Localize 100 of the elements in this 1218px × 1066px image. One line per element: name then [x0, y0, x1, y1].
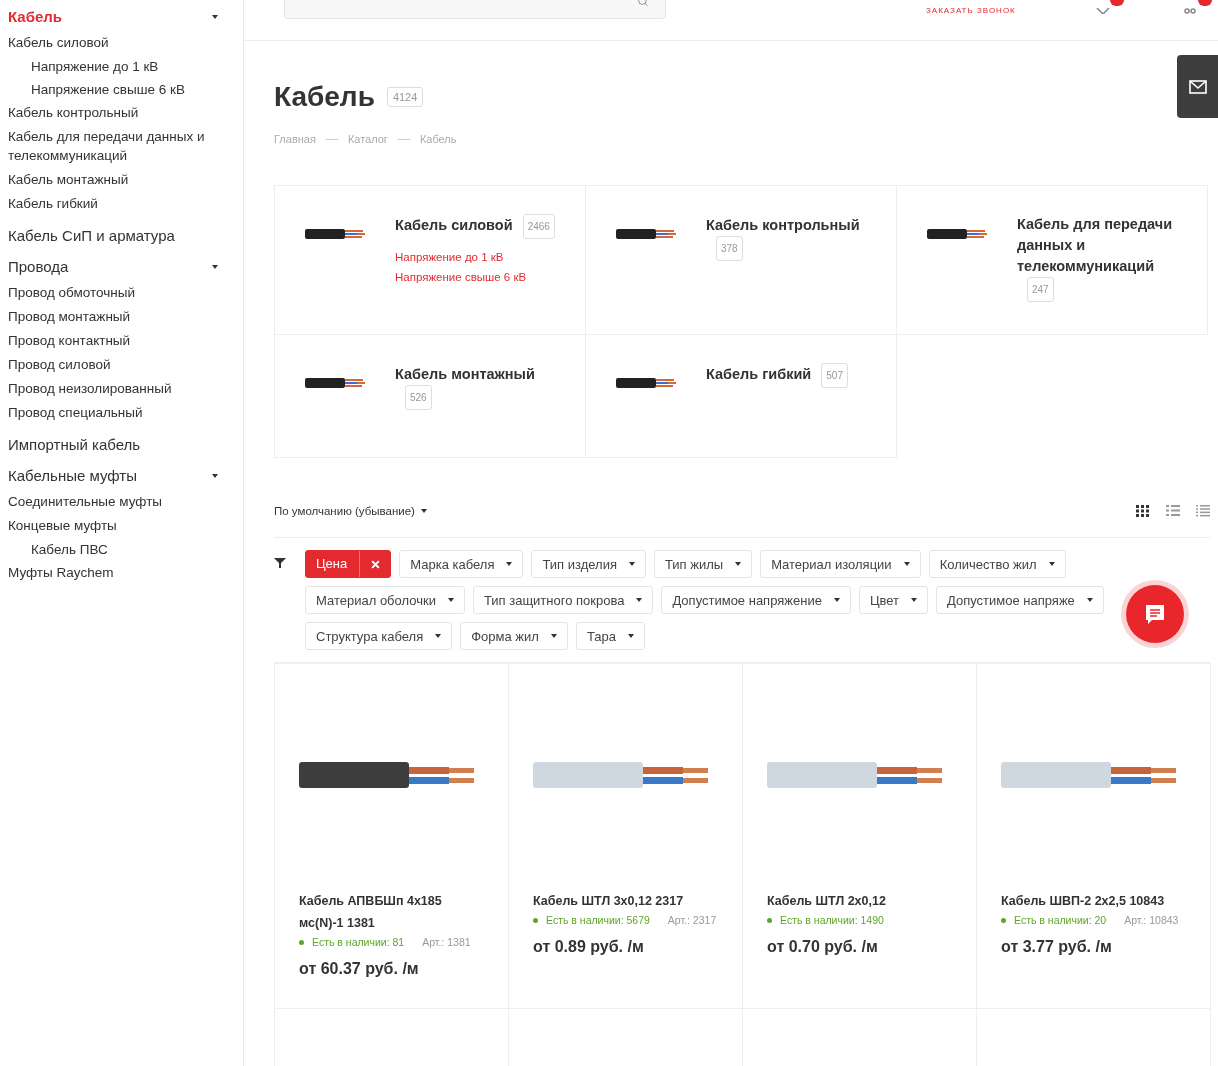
sidebar-category[interactable]: Кабель СиП и арматура [8, 227, 175, 244]
filter-dropdown[interactable]: Тип жилы [653, 550, 753, 578]
filter-dropdown[interactable]: Форма жил [460, 622, 568, 650]
product-price: от 0.89 руб. /м [533, 938, 645, 956]
sidebar-item[interactable]: Муфты Raychem [8, 563, 233, 582]
sidebar-item[interactable]: Кабель силовой [8, 33, 233, 52]
caret-icon[interactable] [1048, 562, 1055, 566]
caret-icon[interactable] [628, 562, 635, 566]
grid-view-icon[interactable] [1136, 505, 1150, 517]
filter-dropdown[interactable]: Тип изделия [531, 550, 646, 578]
sidebar-item[interactable]: Провод контактный [8, 331, 233, 350]
caret-icon[interactable] [420, 509, 427, 513]
product-price: от 3.77 руб. /м [1001, 938, 1113, 956]
stock-status: Есть в наличии: 5679 [533, 914, 650, 926]
sidebar-item[interactable]: Кабель контрольный [8, 103, 233, 122]
sidebar-item[interactable]: Провод специальный [8, 403, 233, 422]
filter-icon [274, 558, 286, 568]
item-count: 247 [1027, 277, 1054, 302]
filter-dropdown[interactable]: Количество жил [928, 550, 1066, 578]
subcategory-link[interactable]: Напряжение свыше 6 кВ [395, 271, 565, 283]
sidebar-item[interactable]: Концевые муфты [8, 516, 233, 535]
article-number: Арт.: 2317 [667, 914, 717, 926]
sidebar-category[interactable]: Провода [8, 258, 69, 275]
table-view-icon[interactable] [1196, 505, 1210, 517]
caret-icon[interactable] [435, 634, 442, 638]
subcategory-title[interactable]: Кабель для передачи данных и телекоммуникаций [1017, 214, 1187, 277]
article-number: Арт.: 1381 [422, 936, 471, 948]
filter-dropdown[interactable]: Марка кабеля [399, 550, 524, 578]
caret-icon[interactable] [212, 473, 218, 478]
mail-icon[interactable] [1188, 79, 1207, 94]
sidebar-item[interactable]: Кабель гибкий [8, 194, 233, 213]
sidebar-item[interactable]: Соединительные муфты [8, 492, 233, 511]
close-icon[interactable] [371, 559, 381, 569]
sidebar-item[interactable]: Провод монтажный [8, 307, 233, 326]
caret-icon[interactable] [735, 562, 742, 566]
callback-link[interactable]: ЗАКАЗАТЬ ЗВОНОК [926, 6, 1016, 15]
product-card[interactable]: Кабель ШВП-2 2x2,5 10843 Есть в наличии: 20 Арт.: 10843 от 3.77 руб. /м [976, 663, 1211, 1009]
sidebar-item[interactable]: Провод неизолированный [8, 379, 233, 398]
filter-dropdown[interactable]: Материал изоляции [760, 550, 921, 578]
filter-dropdown[interactable]: Материал оболочки [305, 586, 465, 614]
item-count: 378 [716, 236, 743, 261]
sidebar-subitem[interactable]: Кабель ПВС [8, 540, 256, 559]
caret-icon[interactable] [447, 598, 454, 602]
subcategory-title[interactable]: Кабель монтажный [395, 364, 535, 385]
product-title[interactable]: Кабель ШВП-2 2x2,5 10843 [1001, 890, 1186, 912]
list-view-icon[interactable] [1166, 505, 1180, 517]
subcategory-title[interactable]: Кабель силовой [395, 215, 513, 236]
stock-status: Есть в наличии: 1490 [767, 914, 884, 926]
item-count: 507 [821, 363, 848, 388]
product-title[interactable]: Кабель АПВБШп 4x185 мс(N)-1 1381 [299, 890, 484, 934]
sidebar-subitem[interactable]: Напряжение до 1 кВ [8, 57, 256, 76]
item-count: 4124 [386, 87, 424, 107]
filter-dropdown[interactable]: Тип защитного покрова [472, 586, 654, 614]
chat-icon[interactable] [1144, 603, 1166, 625]
caret-icon[interactable] [212, 14, 218, 19]
subcategory-card[interactable]: Кабель монтажный 526 [274, 334, 586, 458]
filter-dropdown[interactable]: Допустимое напряжение [661, 586, 851, 614]
sidebar-item[interactable]: Кабель для передачи данных и телекоммуникаций [8, 127, 233, 165]
sidebar-category[interactable]: Импортный кабель [8, 436, 141, 453]
sidebar-item[interactable]: Провод силовой [8, 355, 233, 374]
item-count: 526 [405, 385, 432, 410]
product-price: от 60.37 руб. /м [299, 960, 420, 978]
sidebar-subitem[interactable]: Напряжение свыше 6 кВ [8, 80, 256, 99]
product-title[interactable]: Кабель ШТЛ 2x0,12 [767, 890, 952, 912]
sidebar-category[interactable]: Кабельные муфты [8, 467, 137, 484]
subcategory-title[interactable]: Кабель контрольный [706, 215, 860, 236]
caret-icon[interactable] [212, 264, 218, 269]
stock-status: Есть в наличии: 20 [1001, 914, 1107, 926]
subcategory-title[interactable]: Кабель гибкий [706, 364, 812, 385]
caret-icon[interactable] [506, 562, 513, 566]
filter-chip[interactable]: Цена [305, 550, 392, 578]
product-title[interactable]: Кабель ШТЛ 3x0,12 2317 [533, 890, 718, 912]
filter-dropdown[interactable]: Допустимое напряже [936, 586, 1104, 614]
subcategory-card[interactable]: Кабель гибкий 507 [585, 334, 897, 458]
feedback-tab[interactable] [1177, 55, 1218, 118]
chat-button[interactable] [1126, 585, 1184, 643]
caret-icon[interactable] [550, 634, 557, 638]
stock-status: Есть в наличии: 81 [299, 936, 405, 948]
caret-icon[interactable] [833, 598, 840, 602]
subcategory-card[interactable]: Кабель для передачи данных и телекоммуникаций 247 [896, 185, 1208, 335]
caret-icon[interactable] [1086, 598, 1093, 602]
sort-dropdown[interactable]: По умолчанию (убывание) [274, 505, 427, 517]
page-title: Кабель [274, 81, 375, 113]
product-price: от 0.70 руб. /м [767, 938, 879, 956]
caret-icon[interactable] [903, 562, 910, 566]
caret-icon[interactable] [911, 598, 917, 602]
filter-dropdown[interactable]: Структура кабеля [305, 622, 453, 650]
caret-icon[interactable] [627, 634, 634, 638]
product-card[interactable]: Кабель АПВБШп 4x185 мс(N)-1 1381 Есть в наличии: 81 Арт.: 1381 от 60.37 руб. /м [274, 663, 509, 1009]
subcategory-card[interactable]: Кабель силовой 2466 Напряжение до 1 кВ Напряжение свыше 6 кВ [274, 185, 586, 335]
item-count: 2466 [522, 214, 555, 239]
filter-dropdown[interactable]: Тара [575, 622, 645, 650]
search-field[interactable] [284, 0, 666, 19]
article-number: Арт.: 10843 [1124, 914, 1179, 926]
subcategory-link[interactable]: Напряжение до 1 кВ [395, 251, 565, 263]
sidebar-item[interactable]: Кабель монтажный [8, 170, 233, 189]
sidebar-item[interactable]: Провод обмоточный [8, 283, 233, 302]
sidebar-category[interactable]: Кабель [8, 8, 63, 25]
caret-icon[interactable] [636, 598, 643, 602]
filter-dropdown[interactable]: Цвет [858, 586, 928, 614]
